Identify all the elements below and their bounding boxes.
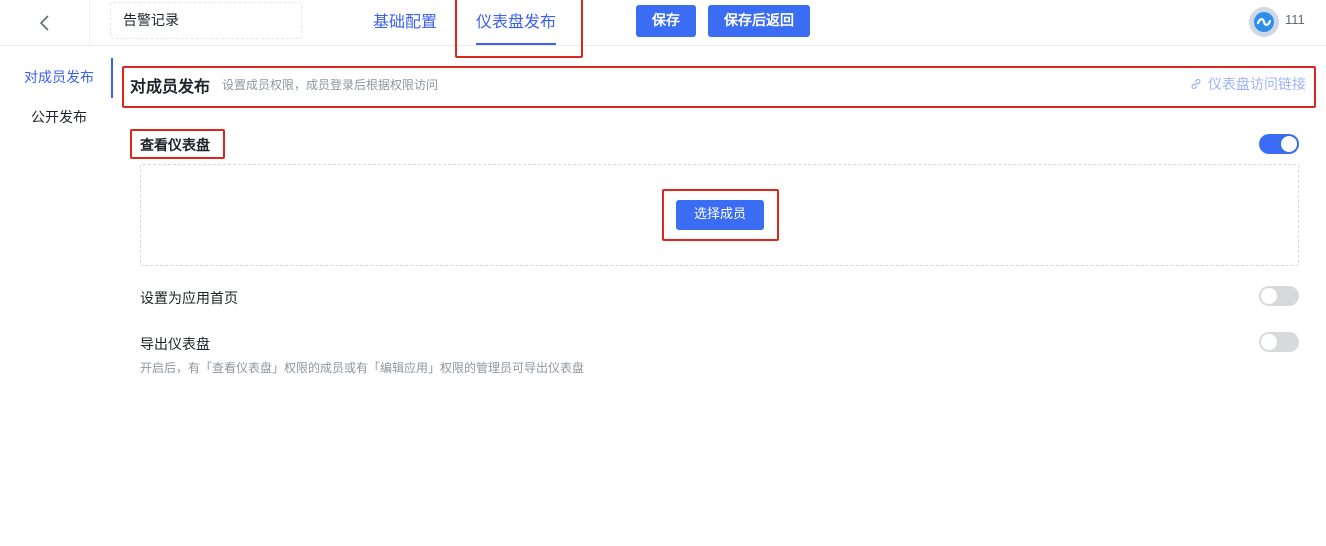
sidebar-item-public-publish[interactable]: 公开发布 — [0, 98, 114, 138]
dashboard-access-link-label: 仪表盘访问链接 — [1208, 77, 1306, 93]
tab-dashboard-publish[interactable]: 仪表盘发布 — [476, 0, 556, 45]
top-bar: 告警记录 基础配置 仪表盘发布 保存 保存后返回 111 — [0, 0, 1326, 46]
section-description: 设置成员权限，成员登录后根据权限访问 — [222, 78, 439, 92]
save-and-return-button[interactable]: 保存后返回 — [708, 5, 810, 37]
export-dashboard-toggle[interactable] — [1259, 332, 1299, 352]
toggle-knob — [1281, 136, 1297, 152]
user-name[interactable]: 111 — [1285, 12, 1305, 27]
tab-basic-config[interactable]: 基础配置 — [373, 0, 437, 45]
active-tab-indicator — [476, 43, 556, 45]
sidebar: 对成员发布 公开发布 — [0, 46, 114, 546]
section-header: 对成员发布 设置成员权限，成员登录后根据权限访问 仪表盘访问链接 — [124, 67, 1315, 107]
view-dashboard-label: 查看仪表盘 — [140, 138, 210, 154]
sidebar-item-member-publish[interactable]: 对成员发布 — [0, 58, 114, 98]
dashboard-title-input[interactable]: 告警记录 — [110, 2, 302, 39]
set-home-label: 设置为应用首页 — [140, 291, 238, 307]
set-home-toggle[interactable] — [1259, 286, 1299, 306]
toggle-knob — [1261, 288, 1277, 304]
sidebar-active-indicator — [111, 58, 113, 98]
chevron-left-icon — [39, 14, 49, 31]
save-button[interactable]: 保存 — [636, 5, 696, 37]
export-dashboard-label: 导出仪表盘 — [140, 337, 210, 353]
section-title: 对成员发布 — [130, 77, 211, 96]
view-dashboard-toggle[interactable] — [1259, 134, 1299, 154]
back-button[interactable] — [0, 0, 90, 45]
link-icon — [1191, 78, 1201, 90]
toggle-knob — [1261, 334, 1277, 350]
user-avatar-icon[interactable] — [1249, 7, 1279, 37]
export-dashboard-description: 开启后，有「查看仪表盘」权限的成员或有「编辑应用」权限的管理员可导出仪表盘 — [140, 361, 585, 375]
select-members-button[interactable]: 选择成员 — [676, 200, 764, 230]
dashboard-access-link[interactable]: 仪表盘访问链接 — [1190, 74, 1306, 94]
